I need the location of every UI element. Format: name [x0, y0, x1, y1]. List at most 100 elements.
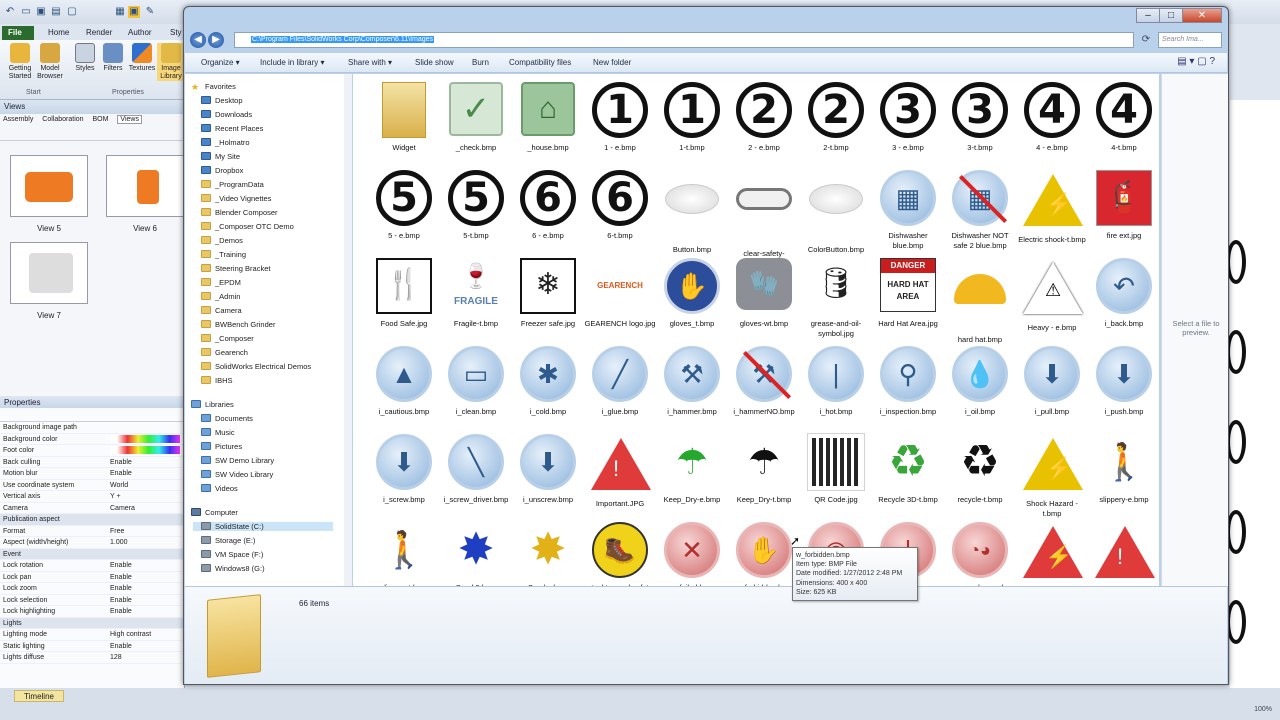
property-row[interactable]: Lights diffuse 128: [0, 652, 184, 664]
property-value[interactable]: Enable: [110, 572, 132, 583]
file-item[interactable]: ▭ i_clean.bmp: [440, 346, 512, 417]
file-item[interactable]: 🧤 gloves-wt.bmp: [728, 258, 800, 329]
minimize-button[interactable]: –: [1136, 8, 1160, 23]
property-value[interactable]: Enable: [110, 457, 132, 468]
file-item[interactable]: ⚲ i_inspection.bmp: [872, 346, 944, 417]
slide-show-button[interactable]: Slide show: [415, 58, 454, 67]
file-item[interactable]: ✕w_failed.bmp: [656, 522, 728, 586]
file-item[interactable]: 🍷 FRAGILE Fragile-t.bmp: [440, 258, 512, 329]
open-icon[interactable]: ▭: [20, 6, 32, 18]
nav-item[interactable]: BWBench Grinder: [201, 320, 275, 329]
file-item[interactable]: 💧 i_oil.bmp: [944, 346, 1016, 417]
nav-item[interactable]: SolidWorks Electrical Demos: [201, 362, 311, 371]
timeline-tab[interactable]: Timeline: [14, 690, 64, 702]
burn-button[interactable]: Burn: [472, 58, 489, 67]
maximize-button[interactable]: □: [1159, 8, 1183, 23]
file-item[interactable]: ⬇ i_screw.bmp: [368, 434, 440, 505]
property-row[interactable]: Lights: [0, 617, 184, 629]
file-item[interactable]: ✋ gloves_t.bmp: [656, 258, 728, 329]
file-item[interactable]: ⬇ i_push.bmp: [1088, 346, 1159, 417]
file-item[interactable]: 3 3-t.bmp: [944, 82, 1016, 153]
nav-item[interactable]: Recent Places: [201, 124, 263, 133]
file-item[interactable]: 5 5-t.bmp: [440, 170, 512, 241]
property-row[interactable]: Format Free: [0, 526, 184, 537]
compatibility-files-button[interactable]: Compatibility files: [509, 58, 571, 67]
model-browser-button[interactable]: Model Browser: [35, 43, 65, 81]
nav-item[interactable]: Documents: [201, 414, 253, 423]
nav-item[interactable]: SW Video Library: [201, 470, 273, 479]
file-item[interactable]: 🛢 grease-and-oil-symbol.jpg: [800, 258, 872, 339]
file-item[interactable]: 4 4-t.bmp: [1088, 82, 1159, 153]
layout-icon[interactable]: ▦: [114, 6, 126, 18]
property-value[interactable]: Enable: [110, 641, 132, 652]
nav-item[interactable]: _ProgramData: [201, 180, 264, 189]
property-value[interactable]: World: [110, 480, 128, 491]
nav-item[interactable]: Steering Bracket: [201, 264, 270, 273]
view-options-icon[interactable]: ▤ ▾ ▢ ?: [1177, 56, 1215, 67]
share-with-button[interactable]: Share with ▾: [348, 58, 392, 67]
file-item[interactable]: ✱ i_cold.bmp: [512, 346, 584, 417]
nav-item[interactable]: Downloads: [201, 110, 252, 119]
file-item[interactable]: ╲ i_screw_driver.bmp: [440, 434, 512, 505]
property-value[interactable]: Enable: [110, 468, 132, 479]
file-item[interactable]: 5 5 - e.bmp: [368, 170, 440, 241]
getting-started-button[interactable]: Getting Started: [5, 43, 35, 81]
nav-item[interactable]: _Admin: [201, 292, 240, 301]
nav-item[interactable]: SW Demo Library: [201, 456, 274, 465]
nav-item[interactable]: Music: [201, 428, 235, 437]
nav-item[interactable]: _Training: [201, 250, 246, 259]
back-icon[interactable]: ◀: [190, 32, 206, 48]
property-row[interactable]: Lock highlighting Enable: [0, 606, 184, 618]
file-item[interactable]: 3 3 - e.bmp: [872, 82, 944, 153]
property-row[interactable]: Lock rotation Enable: [0, 560, 184, 572]
property-row[interactable]: Camera Camera: [0, 503, 184, 514]
nav-item[interactable]: Gearench: [201, 348, 248, 357]
file-item[interactable]: 🥾steel toe and safety: [584, 522, 656, 586]
file-item[interactable]: clear-safety-glasses.jpg: [728, 170, 800, 269]
property-row[interactable]: Vertical axis Y +: [0, 491, 184, 503]
property-value[interactable]: Camera: [110, 503, 135, 514]
file-item[interactable]: ↶ i_back.bmp: [1088, 258, 1159, 329]
styles-button[interactable]: Styles: [70, 43, 100, 73]
file-item[interactable]: ☂ Keep_Dry-t.bmp: [728, 434, 800, 505]
property-value[interactable]: Free: [110, 526, 124, 537]
file-item[interactable]: | i_hot.bmp: [800, 346, 872, 417]
property-value[interactable]: Y +: [110, 491, 121, 502]
file-item[interactable]: 🧯 fire ext.jpg: [1088, 170, 1159, 241]
nav-item[interactable]: _Demos: [201, 236, 243, 245]
close-button[interactable]: ✕: [1182, 8, 1222, 23]
file-item[interactable]: ⚒ i_hammer.bmp: [656, 346, 728, 417]
file-item[interactable]: ✋w_forbidden.bmp: [728, 522, 800, 586]
property-row[interactable]: Back culling Enable: [0, 457, 184, 468]
view-thumbnail[interactable]: [106, 155, 184, 217]
file-item[interactable]: ❄ Freezer safe.jpg: [512, 258, 584, 329]
nav-item[interactable]: _Holmatro: [201, 138, 250, 147]
file-item[interactable]: ⚠ Heavy - e.bmp: [1016, 258, 1088, 333]
file-item[interactable]: ╱ i_glue.bmp: [584, 346, 656, 417]
tab-file[interactable]: File: [2, 26, 34, 40]
file-item[interactable]: hard hat.bmp: [944, 258, 1016, 345]
file-item[interactable]: 6 6 - e.bmp: [512, 170, 584, 241]
file-item[interactable]: ▲ i_cautious.bmp: [368, 346, 440, 417]
nav-item[interactable]: _Video Vignettes: [201, 194, 271, 203]
new-icon[interactable]: ▢: [66, 6, 78, 18]
file-item[interactable]: !z - warning red.bmp: [1088, 522, 1159, 586]
tab-author[interactable]: Author: [122, 26, 158, 40]
navigation-scrollbar[interactable]: [344, 74, 352, 586]
nav-item[interactable]: _Composer: [201, 334, 254, 343]
property-value[interactable]: [110, 434, 180, 443]
print-icon[interactable]: ▤: [50, 6, 62, 18]
tab-bom[interactable]: BOM: [93, 116, 109, 123]
file-item[interactable]: ♻ recycle-t.bmp: [944, 434, 1016, 505]
nav-item[interactable]: Dropbox: [201, 166, 243, 175]
forward-icon[interactable]: ▶: [208, 32, 224, 48]
nav-item[interactable]: Camera: [201, 306, 242, 315]
nav-item[interactable]: Storage (E:): [201, 536, 255, 545]
file-item[interactable]: GEARENCH GEARENCH logo.jpg: [584, 258, 656, 329]
new-folder-button[interactable]: New folder: [593, 58, 631, 67]
nav-item[interactable]: _EPDM: [201, 278, 241, 287]
property-row[interactable]: Motion blur Enable: [0, 468, 184, 480]
file-item[interactable]: ⚡z - shock red.bmp: [1016, 522, 1088, 586]
property-value[interactable]: Enable: [110, 583, 132, 594]
property-value[interactable]: High contrast: [110, 629, 151, 640]
